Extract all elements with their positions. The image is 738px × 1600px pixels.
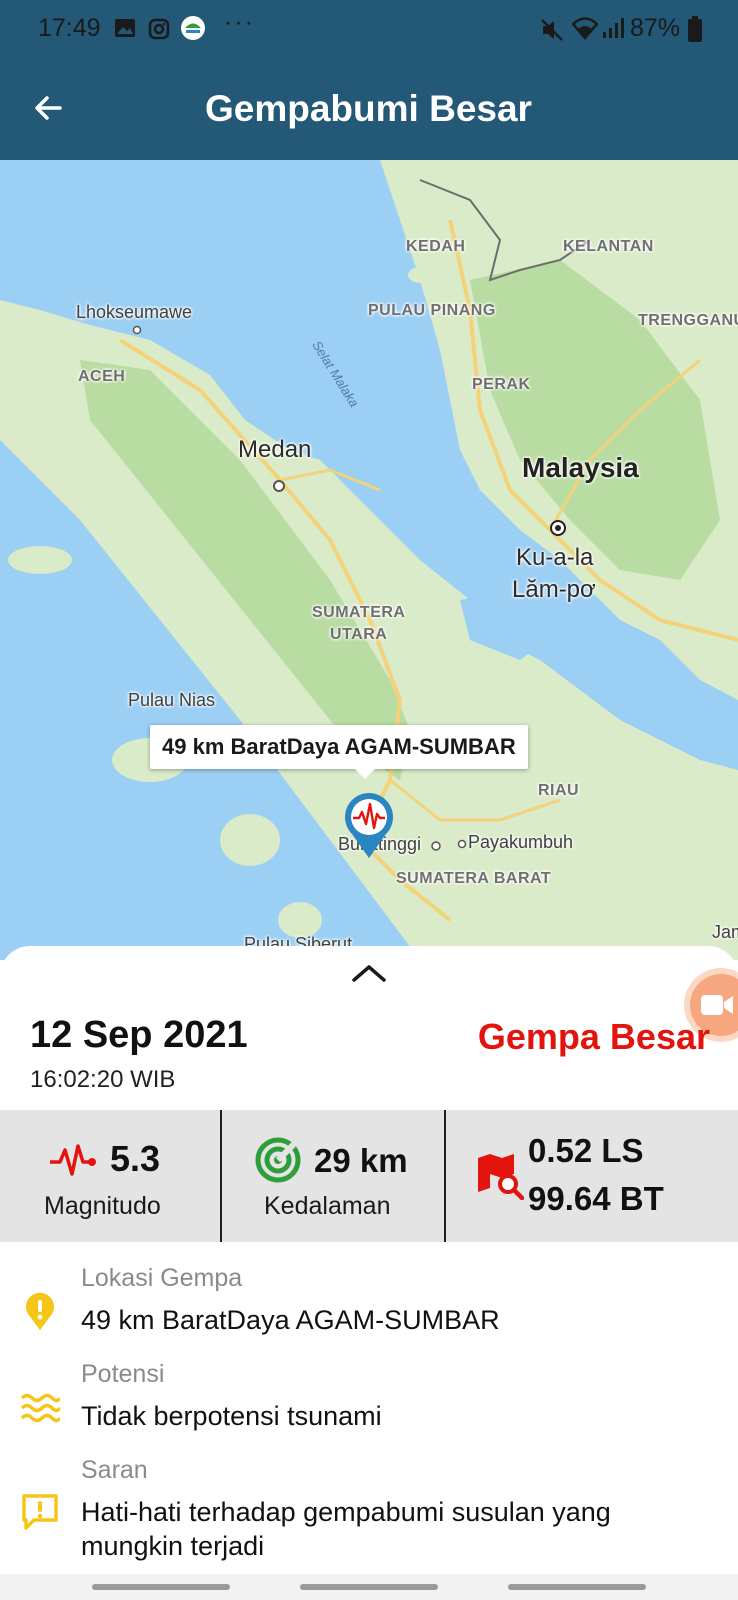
- map-label-sumatera-utara-1: SUMATERA: [312, 604, 406, 621]
- map-label-malaysia: Malaysia: [522, 452, 639, 483]
- detail-advice-value: Hati-hati terhadap gempabumi susulan yan…: [81, 1497, 611, 1561]
- status-time: 17:49: [38, 14, 101, 42]
- stat-magnitude: 5.3 Magnitudo: [0, 1110, 220, 1242]
- map-search-icon: [478, 1154, 524, 1200]
- map-view[interactable]: KEDAH KELANTAN Lhokseumawe PULAU PINANG …: [0, 160, 738, 960]
- instagram-icon: [148, 18, 170, 40]
- page-title: Gempabumi Besar: [205, 88, 532, 129]
- event-date: 12 Sep 2021: [30, 1014, 248, 1056]
- magnitude-value: 5.3: [110, 1138, 161, 1179]
- magnitude-label: Magnitudo: [44, 1192, 161, 1220]
- map-info-window[interactable]: 49 km BaratDaya AGAM-SUMBAR: [150, 725, 528, 779]
- chevron-up-icon: [352, 965, 386, 982]
- detail-location: Lokasi Gempa 49 km BaratDaya AGAM-SUMBAR: [0, 1264, 738, 1354]
- sheet-expand-handle[interactable]: [348, 960, 390, 986]
- battery-percent: 87%: [630, 14, 681, 42]
- detail-advice-label: Saran: [81, 1456, 148, 1484]
- latitude-value: 0.52 LS: [528, 1132, 644, 1169]
- mute-icon: [541, 19, 563, 41]
- waves-icon: [20, 1393, 60, 1423]
- map-label-kedah: KEDAH: [406, 238, 466, 255]
- map-label-kelantan: KELANTAN: [563, 238, 654, 255]
- event-category-badge: Gempa Besar: [477, 1016, 710, 1057]
- map-label-terengganu: TRENGGANU: [638, 312, 738, 329]
- status-overflow: ···: [224, 8, 255, 36]
- message-alert-icon: [22, 1494, 58, 1530]
- map-label-riau: RIAU: [538, 782, 580, 799]
- stat-depth: 29 km Kedalaman: [222, 1110, 444, 1242]
- signal-icon: [603, 18, 624, 38]
- nav-recents-button[interactable]: [92, 1584, 230, 1590]
- event-stats: 5.3 Magnitudo 29 km Kedalaman 0.52 LS 99: [0, 1110, 738, 1242]
- detail-potential-value: Tidak berpotensi tsunami: [81, 1401, 382, 1431]
- map-label-kuala-lumpur-1: Ku-a-la: [516, 544, 594, 571]
- map-label-medan: Medan: [238, 436, 312, 463]
- battery-icon: [688, 16, 702, 42]
- arrow-left-icon: [35, 96, 62, 120]
- map-label-kuala-lumpur-2: Lăm-pơ: [512, 576, 596, 603]
- map-label-sumatera-barat: SUMATERA BARAT: [396, 870, 552, 887]
- video-camera-icon: [701, 995, 733, 1015]
- depth-label: Kedalaman: [264, 1192, 391, 1220]
- alert-pin-icon: [26, 1292, 54, 1330]
- nav-back-button[interactable]: [508, 1584, 646, 1590]
- map-label-aceh: ACEH: [78, 368, 126, 385]
- detail-advice: Saran Hati-hati terhadap gempabumi susul…: [0, 1456, 738, 1576]
- map-label-pulau-pinang: PULAU PINANG: [368, 302, 496, 319]
- epicenter-marker-icon[interactable]: [342, 790, 396, 860]
- detail-potential-label: Potensi: [81, 1360, 165, 1388]
- wifi-icon: [572, 17, 598, 40]
- longitude-value: 99.64 BT: [528, 1180, 664, 1217]
- event-time: 16:02:20 WIB: [30, 1066, 176, 1093]
- back-button[interactable]: [18, 78, 78, 138]
- map-label-pulau-nias: Pulau Nias: [128, 690, 216, 710]
- map-label-jambi: Jam: [712, 922, 738, 942]
- gallery-icon: [115, 19, 135, 37]
- system-navigation-bar: [0, 1574, 738, 1600]
- stat-coordinates: 0.52 LS 99.64 BT: [446, 1110, 738, 1242]
- map-label-sumatera-utara-2: UTARA: [330, 626, 388, 643]
- radar-icon: [255, 1137, 301, 1183]
- pulse-icon: [50, 1144, 96, 1176]
- depth-value: 29 km: [314, 1142, 408, 1179]
- map-label-payakumbuh: Payakumbuh: [468, 832, 574, 852]
- nav-home-button[interactable]: [300, 1584, 438, 1590]
- status-bar: 17:49 ··· 87%: [0, 0, 738, 60]
- map-label-perak: PERAK: [472, 376, 531, 393]
- detail-location-label: Lokasi Gempa: [81, 1264, 243, 1292]
- detail-potential: Potensi Tidak berpotensi tsunami: [0, 1360, 738, 1450]
- detail-location-value: 49 km BaratDaya AGAM-SUMBAR: [81, 1305, 500, 1335]
- app-header: Gempabumi Besar: [0, 60, 738, 160]
- bottom-sheet: 12 Sep 2021 16:02:20 WIB Gempa Besar 5.3…: [0, 946, 738, 1600]
- bmkg-app-icon: [181, 16, 205, 40]
- map-label-lhokseumawe: Lhokseumawe: [76, 302, 193, 322]
